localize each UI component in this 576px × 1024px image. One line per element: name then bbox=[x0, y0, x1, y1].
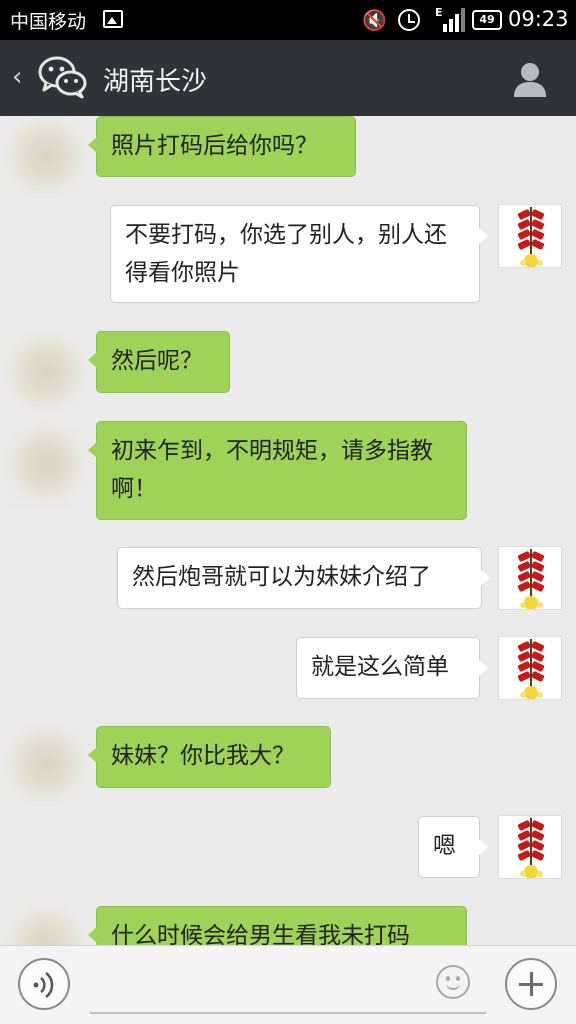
clock: 09:23 bbox=[508, 7, 569, 31]
alarm-icon bbox=[398, 9, 420, 31]
firecracker-avatar[interactable] bbox=[498, 204, 562, 268]
sender-avatar[interactable] bbox=[6, 902, 86, 945]
incoming-message[interactable]: 然后呢？ bbox=[88, 331, 230, 393]
message-input[interactable] bbox=[90, 958, 486, 1014]
person-icon[interactable] bbox=[510, 59, 550, 99]
chat-title: 湖南长沙 bbox=[103, 67, 208, 97]
network-type-label: E bbox=[435, 6, 443, 19]
battery-icon: 49 bbox=[472, 10, 502, 30]
voice-button[interactable] bbox=[18, 958, 70, 1010]
outgoing-message[interactable]: 嗯 bbox=[418, 816, 488, 878]
message-list[interactable]: 照片打码后给你吗？ 不要打码，你选了别人，别人还得看你照片 然后呢？ 初来乍到，… bbox=[0, 116, 576, 945]
firecracker-avatar[interactable] bbox=[498, 546, 562, 610]
firecracker-icon bbox=[499, 205, 561, 267]
outgoing-message[interactable]: 就是这么简单 bbox=[296, 637, 488, 699]
mute-icon: 🔇 bbox=[362, 8, 387, 32]
chevron-left-icon[interactable]: ‹ bbox=[12, 62, 22, 92]
outgoing-message[interactable]: 然后炮哥就可以为妹妹介绍了 bbox=[117, 547, 490, 609]
chat-header: ‹ 湖南长沙 bbox=[0, 40, 576, 116]
wechat-icon[interactable] bbox=[38, 54, 88, 100]
sender-avatar[interactable] bbox=[6, 116, 86, 192]
firecracker-icon bbox=[499, 547, 561, 609]
signal-icon: E bbox=[435, 6, 465, 32]
sender-avatar[interactable] bbox=[6, 420, 86, 500]
sender-avatar[interactable] bbox=[6, 720, 86, 800]
firecracker-icon bbox=[499, 637, 561, 699]
incoming-message[interactable]: 照片打码后给你吗？ bbox=[88, 116, 356, 177]
status-bar: 中国移动 🔇 E 49 09:23 bbox=[0, 0, 576, 40]
plus-icon[interactable] bbox=[505, 958, 557, 1010]
carrier-name: 中国移动 bbox=[10, 11, 87, 33]
input-bar bbox=[0, 945, 576, 1024]
incoming-message[interactable]: 初来乍到，不明规矩，请多指教啊！ bbox=[88, 421, 467, 520]
incoming-message[interactable]: 妹妹？你比我大？ bbox=[88, 726, 331, 788]
sender-avatar[interactable] bbox=[6, 328, 86, 408]
firecracker-icon bbox=[499, 816, 561, 878]
incoming-message[interactable]: 什么时候会给男生看我未打码 bbox=[88, 906, 467, 945]
firecracker-avatar[interactable] bbox=[498, 636, 562, 700]
voice-icon bbox=[33, 972, 54, 998]
outgoing-message[interactable]: 不要打码，你选了别人，别人还得看你照片 bbox=[110, 205, 488, 303]
firecracker-avatar[interactable] bbox=[498, 815, 562, 879]
smiley-icon[interactable] bbox=[436, 965, 470, 999]
image-notification-icon bbox=[103, 10, 123, 28]
